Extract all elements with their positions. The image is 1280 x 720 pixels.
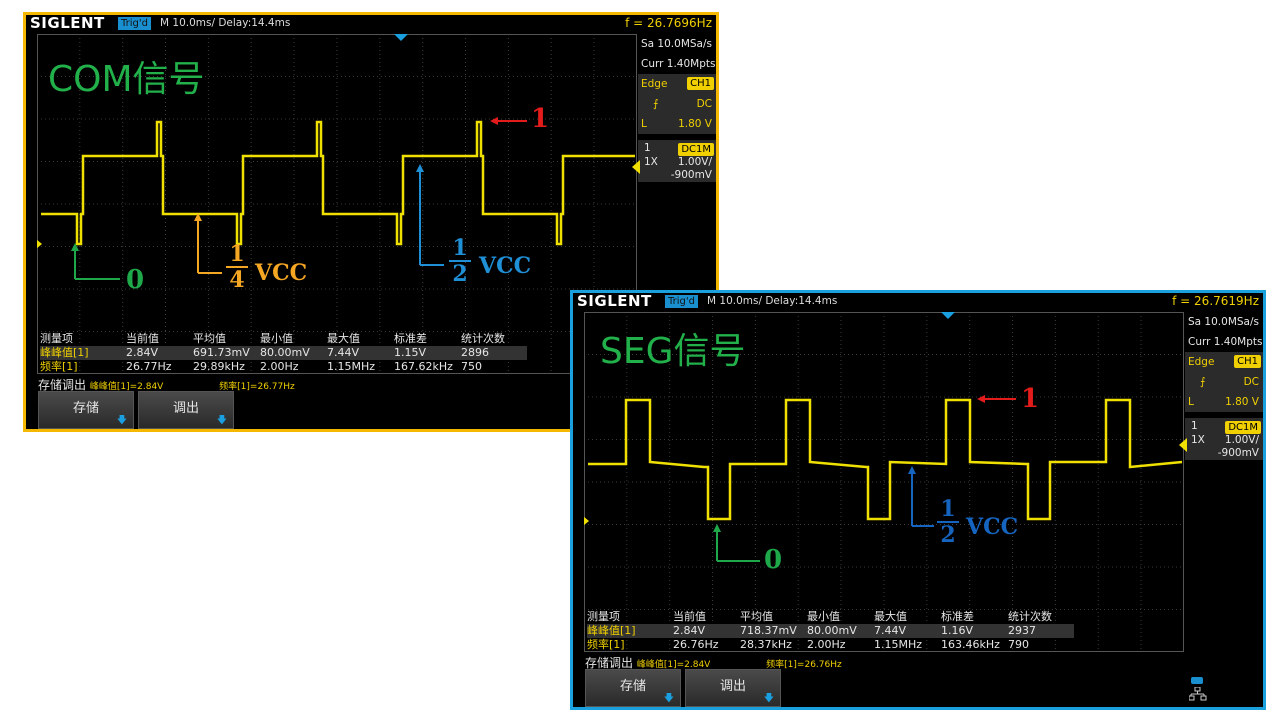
fraction-denominator: 2 <box>937 521 959 547</box>
seg-level-1-label: 1 <box>1021 384 1040 414</box>
seg-half-vcc: VCC <box>966 514 1019 540</box>
seg-annotation-arrows <box>713 395 1016 562</box>
seg-half-fraction: 1 2 <box>937 497 959 547</box>
seg-level-0-label: 0 <box>764 545 783 575</box>
fraction-numerator: 1 <box>940 496 956 522</box>
